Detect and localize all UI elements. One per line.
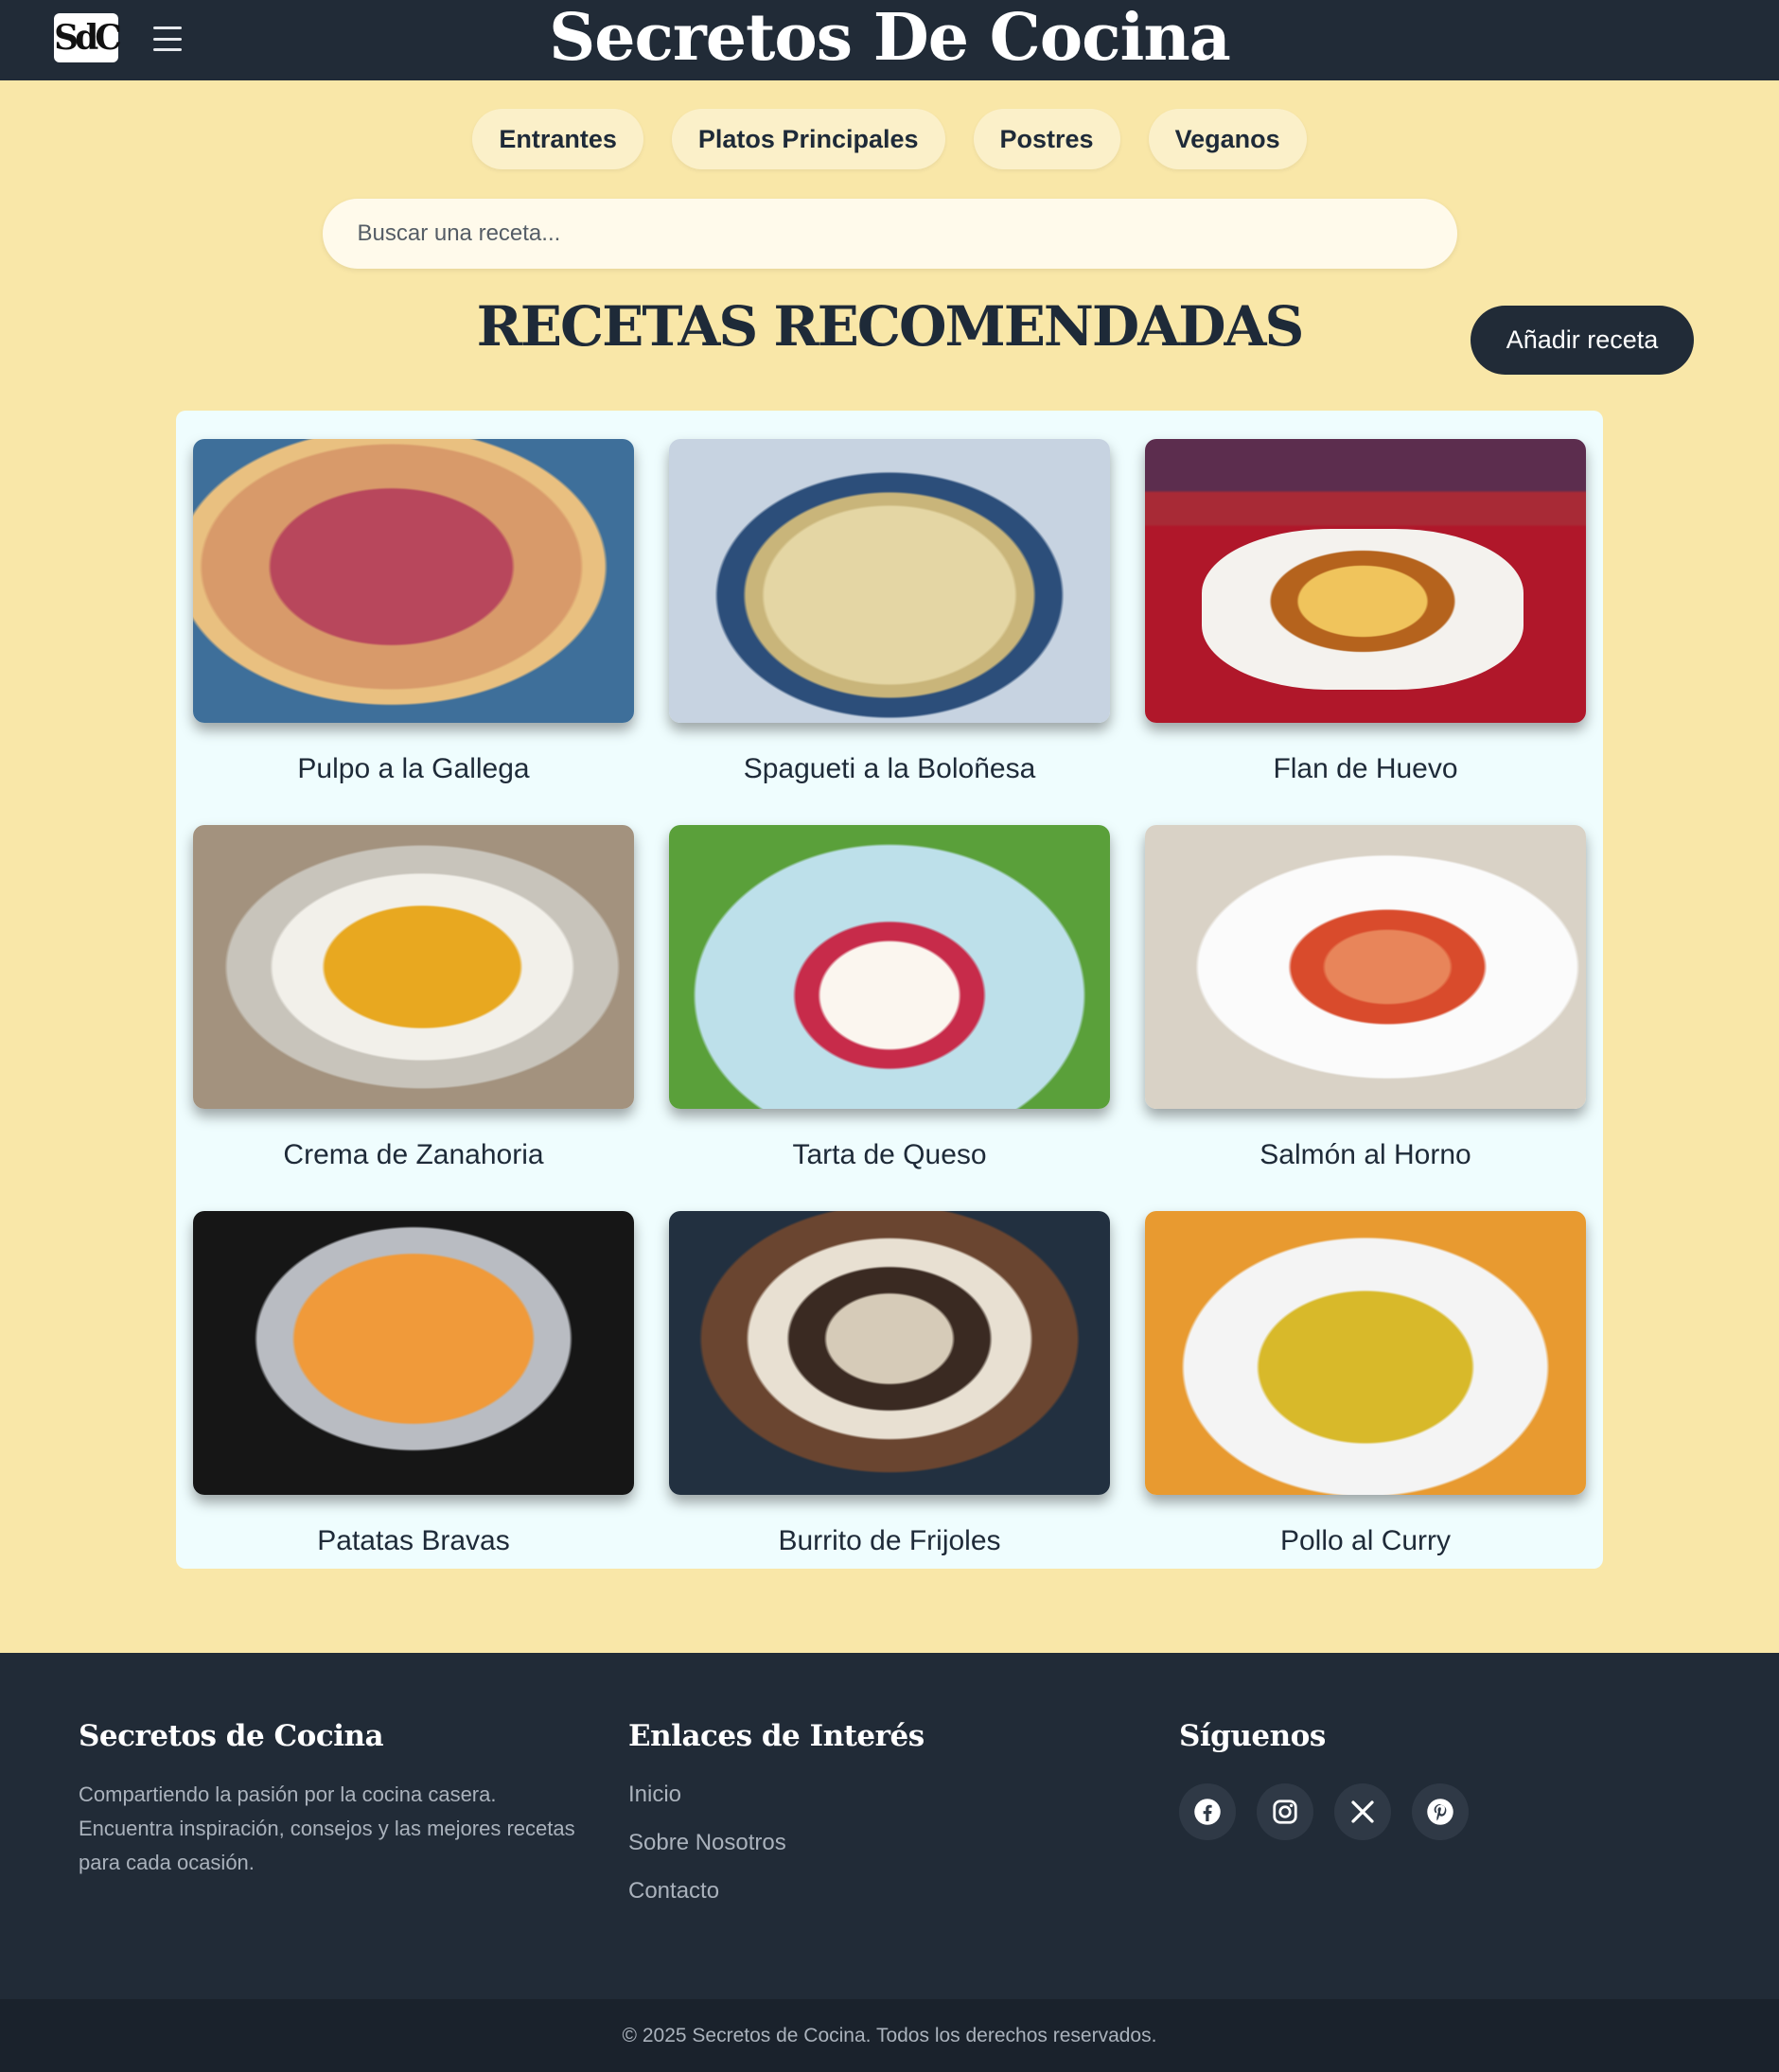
recipe-card-burrito[interactable]: Burrito de Frijoles xyxy=(669,1211,1110,1597)
x-icon[interactable] xyxy=(1334,1783,1391,1840)
category-veganos-button[interactable]: Veganos xyxy=(1148,109,1307,169)
recipe-title[interactable]: Flan de Huevo xyxy=(1273,753,1457,785)
footer-link-contacto[interactable]: Contacto xyxy=(628,1874,925,1923)
menu-hamburger-icon[interactable] xyxy=(151,25,184,53)
recipe-title[interactable]: Crema de Zanahoria xyxy=(283,1139,543,1171)
recipe-grid: Pulpo a la Gallega Spagueti a la Boloñes… xyxy=(176,411,1603,1569)
category-entrantes-button[interactable]: Entrantes xyxy=(472,109,643,169)
recipe-image-burrito[interactable] xyxy=(669,1211,1110,1495)
recipe-title[interactable]: Pollo al Curry xyxy=(1280,1525,1451,1557)
site-logo[interactable]: SdC xyxy=(54,13,122,62)
navbar: SdC Secretos De Cocina xyxy=(0,0,1779,80)
recipe-image-patatas[interactable] xyxy=(193,1211,634,1495)
recipe-image-spagueti[interactable] xyxy=(669,439,1110,723)
category-nav: Entrantes Platos Principales Postres Veg… xyxy=(0,109,1779,169)
recipe-card-tarta[interactable]: Tarta de Queso xyxy=(669,825,1110,1211)
recipe-title[interactable]: Patatas Bravas xyxy=(317,1525,509,1557)
recipe-card-spagueti[interactable]: Spagueti a la Boloñesa xyxy=(669,439,1110,825)
recipe-card-pollo[interactable]: Pollo al Curry xyxy=(1145,1211,1586,1597)
recipe-card-crema[interactable]: Crema de Zanahoria xyxy=(193,825,634,1211)
recipe-card-pulpo[interactable]: Pulpo a la Gallega xyxy=(193,439,634,825)
footer-links: Enlaces de Interés Inicio Sobre Nosotros… xyxy=(628,1719,925,1923)
recipe-title[interactable]: Tarta de Queso xyxy=(792,1139,986,1171)
category-postres-button[interactable]: Postres xyxy=(973,109,1120,169)
recipe-title[interactable]: Spagueti a la Boloñesa xyxy=(744,753,1036,785)
footer-social-title: Síguenos xyxy=(1179,1719,1326,1753)
footer: Secretos de Cocina Compartiendo la pasió… xyxy=(0,1653,1779,1999)
footer-links-title: Enlaces de Interés xyxy=(628,1719,925,1753)
recipe-image-tarta[interactable] xyxy=(669,825,1110,1109)
copyright-text: © 2025 Secretos de Cocina. Todos los der… xyxy=(0,1999,1779,2072)
search-input[interactable] xyxy=(322,199,1457,269)
recipe-card-patatas[interactable]: Patatas Bravas xyxy=(193,1211,634,1597)
recipes-header: RECETAS RECOMENDADAS Añadir receta xyxy=(0,269,1779,411)
recipe-card-flan[interactable]: Flan de Huevo xyxy=(1145,439,1586,825)
category-platos-principales-button[interactable]: Platos Principales xyxy=(671,109,945,169)
recipe-image-flan[interactable] xyxy=(1145,439,1586,723)
footer-social: Síguenos xyxy=(1179,1719,1469,1840)
search-bar xyxy=(322,199,1457,269)
recipe-title[interactable]: Burrito de Frijoles xyxy=(778,1525,1000,1557)
site-title: Secretos De Cocina xyxy=(549,0,1231,76)
recipe-card-salmon[interactable]: Salmón al Horno xyxy=(1145,825,1586,1211)
recipe-image-pulpo[interactable] xyxy=(193,439,634,723)
recipe-image-salmon[interactable] xyxy=(1145,825,1586,1109)
footer-about: Secretos de Cocina Compartiendo la pasió… xyxy=(79,1719,590,1880)
footer-link-sobre-nosotros[interactable]: Sobre Nosotros xyxy=(628,1826,925,1874)
facebook-icon[interactable] xyxy=(1179,1783,1236,1840)
recipe-image-crema[interactable] xyxy=(193,825,634,1109)
add-recipe-button[interactable]: Añadir receta xyxy=(1471,306,1694,375)
footer-about-text: Compartiendo la pasión por la cocina cas… xyxy=(79,1782,575,1874)
recipe-title[interactable]: Pulpo a la Gallega xyxy=(297,753,529,785)
recipe-image-pollo[interactable] xyxy=(1145,1211,1586,1495)
footer-about-title: Secretos de Cocina xyxy=(79,1719,384,1753)
recipe-title[interactable]: Salmón al Horno xyxy=(1259,1139,1471,1171)
footer-link-inicio[interactable]: Inicio xyxy=(628,1778,925,1826)
pinterest-icon[interactable] xyxy=(1412,1783,1469,1840)
instagram-icon[interactable] xyxy=(1257,1783,1313,1840)
